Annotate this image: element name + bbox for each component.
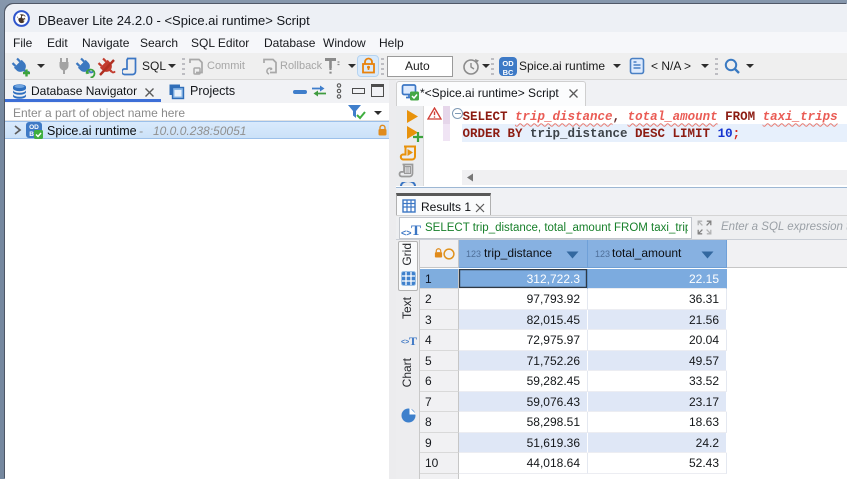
svg-text:T: T bbox=[411, 223, 421, 238]
svg-text:<>: <> bbox=[401, 228, 412, 238]
svg-text:<>: <> bbox=[401, 339, 409, 346]
svg-text:T: T bbox=[409, 334, 417, 348]
